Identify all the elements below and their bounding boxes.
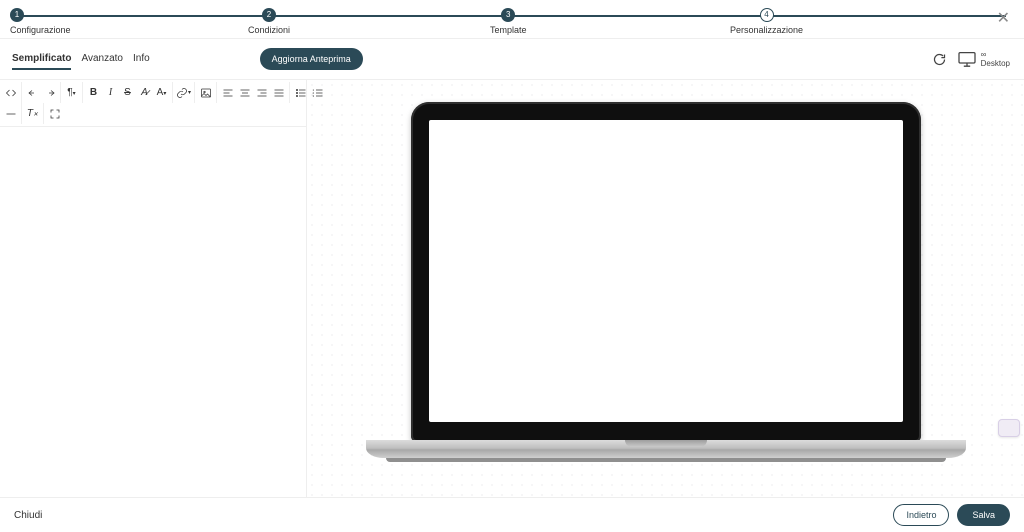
footer-bar: Chiudi Indietro Salva xyxy=(0,497,1024,532)
save-button[interactable]: Salva xyxy=(957,504,1010,526)
step-4-dot: 4 xyxy=(760,8,774,22)
step-3[interactable]: 3 Template xyxy=(490,8,527,35)
close-icon[interactable]: ✕ xyxy=(997,8,1010,28)
back-button[interactable]: Indietro xyxy=(893,504,949,526)
step-2-dot: 2 xyxy=(262,8,276,22)
subscript-icon[interactable]: A▾ xyxy=(153,84,170,101)
code-icon[interactable] xyxy=(2,84,19,101)
chat-widget-icon[interactable] xyxy=(998,419,1020,437)
preview-controls: ∞ Desktop xyxy=(932,50,1010,68)
align-justify-icon[interactable] xyxy=(270,84,287,101)
pilcrow-icon[interactable]: ¶▾ xyxy=(63,84,80,101)
close-button[interactable]: Chiudi xyxy=(14,510,42,521)
monitor-icon xyxy=(957,51,977,67)
laptop-base xyxy=(366,440,966,458)
step-3-dot: 3 xyxy=(501,8,515,22)
align-right-icon[interactable] xyxy=(253,84,270,101)
device-label-wrap: ∞ Desktop xyxy=(981,50,1010,68)
tab-advanced[interactable]: Avanzato xyxy=(81,49,123,70)
step-4-label: Personalizzazione xyxy=(730,25,803,35)
clear-icon[interactable]: T✕ xyxy=(24,105,41,122)
tab-simplified[interactable]: Semplificato xyxy=(12,49,71,70)
align-center-icon[interactable] xyxy=(236,84,253,101)
fullscreen-icon[interactable] xyxy=(46,105,63,122)
laptop-bezel xyxy=(411,102,921,442)
align-left-icon[interactable] xyxy=(219,84,236,101)
clear-format-icon[interactable]: A̷ xyxy=(136,84,153,101)
controls-row: Semplificato Avanzato Info Aggiorna Ante… xyxy=(0,38,1024,80)
undo-icon[interactable] xyxy=(24,84,41,101)
wizard-stepper: 1 Configurazione 2 Condizioni 3 Template… xyxy=(0,0,1024,38)
editor-toolbar: ¶▾ B I S A̷ A▾ ▾ xyxy=(0,80,306,127)
hr-icon[interactable] xyxy=(2,105,19,122)
preview-pane xyxy=(307,80,1024,497)
device-infinity: ∞ xyxy=(981,50,1010,59)
step-1[interactable]: 1 Configurazione xyxy=(10,8,71,35)
device-label: Desktop xyxy=(981,59,1010,68)
link-icon[interactable]: ▾ xyxy=(175,84,192,101)
step-2[interactable]: 2 Condizioni xyxy=(248,8,290,35)
step-3-label: Template xyxy=(490,25,527,35)
editor-tabs: Semplificato Avanzato Info xyxy=(12,49,150,70)
laptop-foot xyxy=(386,458,946,462)
step-4[interactable]: 4 Personalizzazione xyxy=(730,8,803,35)
update-preview-button[interactable]: Aggiorna Anteprima xyxy=(260,48,363,70)
step-2-label: Condizioni xyxy=(248,25,290,35)
step-1-dot: 1 xyxy=(10,8,24,22)
laptop-notch xyxy=(625,440,707,447)
editor-pane: ¶▾ B I S A̷ A▾ ▾ xyxy=(0,80,307,497)
laptop-mockup xyxy=(366,102,966,462)
strike-icon[interactable]: S xyxy=(119,84,136,101)
bold-icon[interactable]: B xyxy=(85,84,102,101)
redo-icon[interactable] xyxy=(41,84,58,101)
refresh-icon[interactable] xyxy=(932,52,947,67)
image-icon[interactable] xyxy=(197,84,214,101)
laptop-screen xyxy=(429,120,903,422)
italic-icon[interactable]: I xyxy=(102,84,119,101)
device-select[interactable]: ∞ Desktop xyxy=(957,50,1010,68)
main-area: ¶▾ B I S A̷ A▾ ▾ xyxy=(0,80,1024,497)
tab-info[interactable]: Info xyxy=(133,49,150,70)
step-1-label: Configurazione xyxy=(10,25,71,35)
